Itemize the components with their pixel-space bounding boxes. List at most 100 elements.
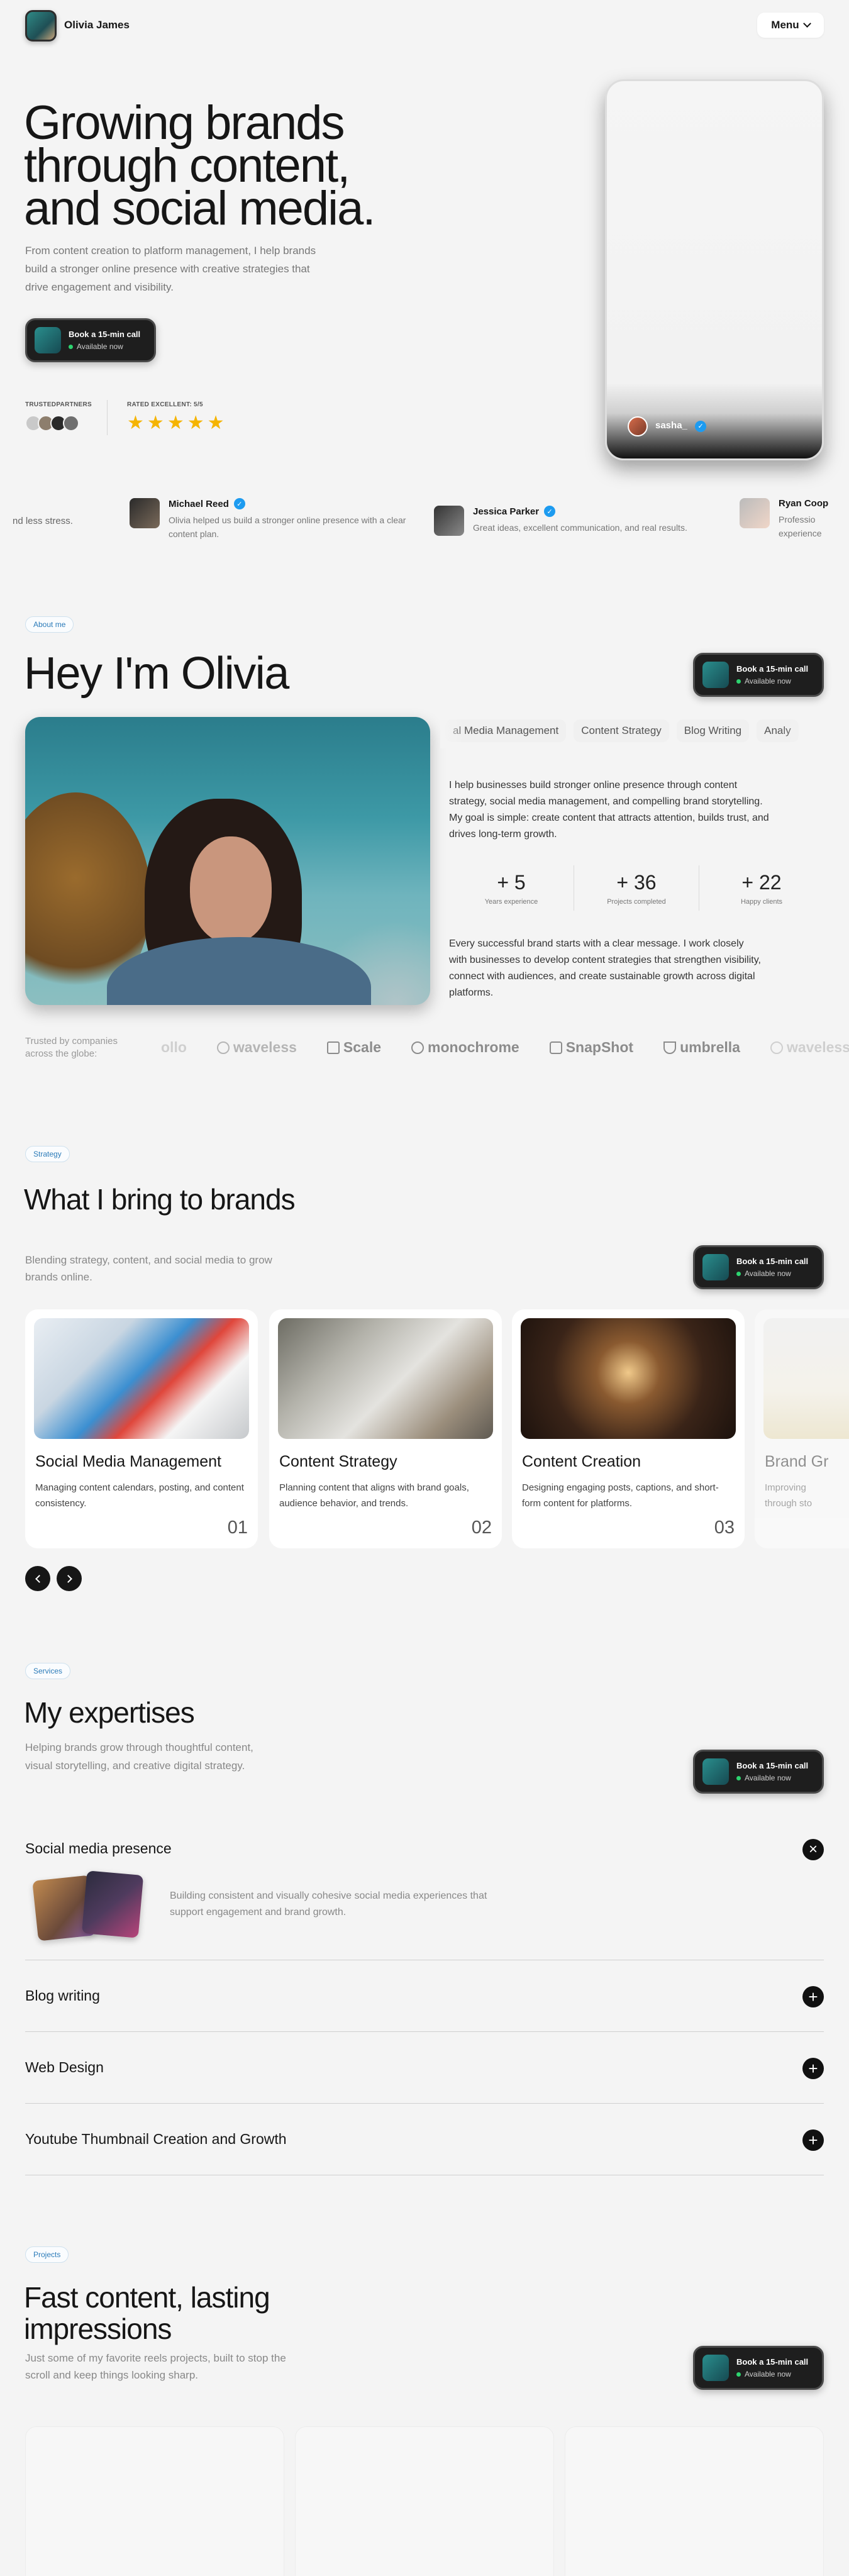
star-icon: ★ [187,413,204,433]
book-call-button[interactable]: Book a 15-min call Available now [693,1750,824,1794]
card-title: Social Media Management [35,1453,221,1470]
client-logo: ollo [161,1039,187,1055]
wave-icon [216,1041,230,1054]
cta-label: Book a 15-min call [736,1761,809,1770]
project-card[interactable] [295,2426,554,2576]
thumbnail-image [81,1870,144,1938]
strategy-description: Blending strategy, content, and social m… [25,1254,272,1283]
carousel-prev-button[interactable] [25,1566,50,1591]
client-logo-text: waveless [233,1039,297,1055]
divider [25,2103,824,2104]
partner-avatar [63,415,79,431]
carousel-next-button[interactable] [57,1566,82,1591]
phone-username: sasha_ ✓ [655,420,707,432]
about-paragraph: Every successful brand starts with a cle… [449,938,761,998]
project-card[interactable] [25,2426,284,2576]
expertises-description: Helping brands grow through thoughtful c… [25,1741,253,1772]
strategy-title: What I bring to brands [24,1183,296,1216]
client-logo-text: umbrella [680,1039,740,1055]
cta-status: Available now [745,2370,791,2379]
avatar [702,2355,729,2381]
plus-icon[interactable]: + [802,1986,824,2007]
book-call-button[interactable]: Book a 15-min call Available now [693,653,824,697]
avatar [35,327,61,353]
book-call-button[interactable]: Book a 15-min call Available now [25,318,156,362]
close-icon[interactable]: × [802,1839,824,1860]
service-card[interactable]: Brand Gr Improving through sto [755,1309,849,1548]
about-paragraph: I help businesses build stronger online … [449,780,769,840]
card-image [521,1318,736,1439]
accordion-title[interactable]: Web Design [25,2059,104,2076]
skill-tag: Blog Writing [676,719,750,742]
cta-label: Book a 15-min call [69,330,141,339]
card-number: 02 [471,1518,492,1538]
testimonial-name: Jessica Parker [473,506,540,517]
cta-status: Available now [745,1269,791,1278]
client-logo: Scale [326,1039,381,1056]
stat-label: Projects completed [607,897,666,906]
wave-icon [770,1041,783,1054]
card-description: Designing engaging posts, captions, and … [522,1482,719,1509]
project-card[interactable] [565,2426,824,2576]
cta-status: Available now [77,342,123,351]
card-description: Improving through sto [765,1482,813,1509]
partner-avatars [25,415,79,431]
site-name[interactable]: Olivia James [64,19,130,31]
scale-icon [326,1041,340,1054]
hero-title-line: and social media. [24,182,375,235]
rating-stars: ★ ★ ★ ★ ★ [127,414,225,433]
testimonial-text: Olivia helped us build a stronger online… [169,515,406,539]
book-call-button[interactable]: Book a 15-min call Available now [693,2346,824,2390]
avatar [740,498,770,528]
trusted-partners-label: TRUSTEDPARTNERS [25,401,92,408]
logo-avatar[interactable] [25,10,57,42]
chevron-right-icon [64,1574,72,1583]
stats-row: + 5 Years experience + 36 Projects complet… [449,865,824,911]
status-dot-icon [736,1775,741,1780]
chevron-left-icon [35,1574,43,1583]
avatar [628,416,648,436]
projects-description: Just some of my favorite reels projects,… [25,2352,286,2381]
stat-number: + 22 [741,870,782,894]
testimonial-name: Michael Reed [169,498,229,509]
star-icon: ★ [127,413,144,433]
testimonial-card: Michael Reed ✓ Olivia helped us build a s… [130,498,419,541]
client-logo-text: SnapShot [565,1039,634,1055]
client-logo-text: monochrome [428,1039,519,1055]
client-logo: monochrome [411,1039,519,1056]
status-dot-icon [736,2372,741,2377]
menu-button[interactable]: Menu [757,13,824,38]
client-logos: ollo waveless Scale monochrome SnapShot … [161,1039,849,1056]
section-badge: Strategy [25,1146,70,1162]
section-badge: About me [25,616,74,633]
client-logo: umbrella [663,1039,740,1056]
avatar [702,1758,729,1785]
plus-icon[interactable]: + [802,2129,824,2151]
card-title: Content Strategy [279,1453,397,1470]
rating-label: RATED EXCELLENT: 5/5 [127,401,203,408]
projects-title: Fast content, lasting impressions [24,2281,270,2345]
accordion-title[interactable]: Social media presence [25,1840,172,1857]
monochrome-icon [411,1041,425,1054]
avatar [434,506,464,536]
card-image [763,1318,849,1439]
plus-icon[interactable]: + [802,2058,824,2079]
stat-number: + 5 [497,870,526,894]
verified-icon: ✓ [544,506,556,517]
phone-username-text: sasha_ [655,420,687,431]
stat-number: + 36 [616,870,657,894]
accordion-title[interactable]: Youtube Thumbnail Creation and Growth [25,2131,287,2148]
status-dot-icon [69,344,73,349]
service-card[interactable]: Social Media Management Managing content… [25,1309,258,1548]
service-card[interactable]: Content Creation Designing engaging post… [512,1309,745,1548]
testimonial-text: Great ideas, excellent communication, an… [473,523,687,533]
book-call-button[interactable]: Book a 15-min call Available now [693,1245,824,1289]
hero-title-line: Growing brands [24,96,345,150]
cta-status: Available now [745,1774,791,1782]
divider [25,2031,824,2032]
service-card[interactable]: Content Strategy Planning content that a… [269,1309,502,1548]
stat-label: Years experience [484,897,538,906]
avatar [702,662,729,688]
fade-overlay [780,711,849,748]
accordion-title[interactable]: Blog writing [25,1987,100,2004]
